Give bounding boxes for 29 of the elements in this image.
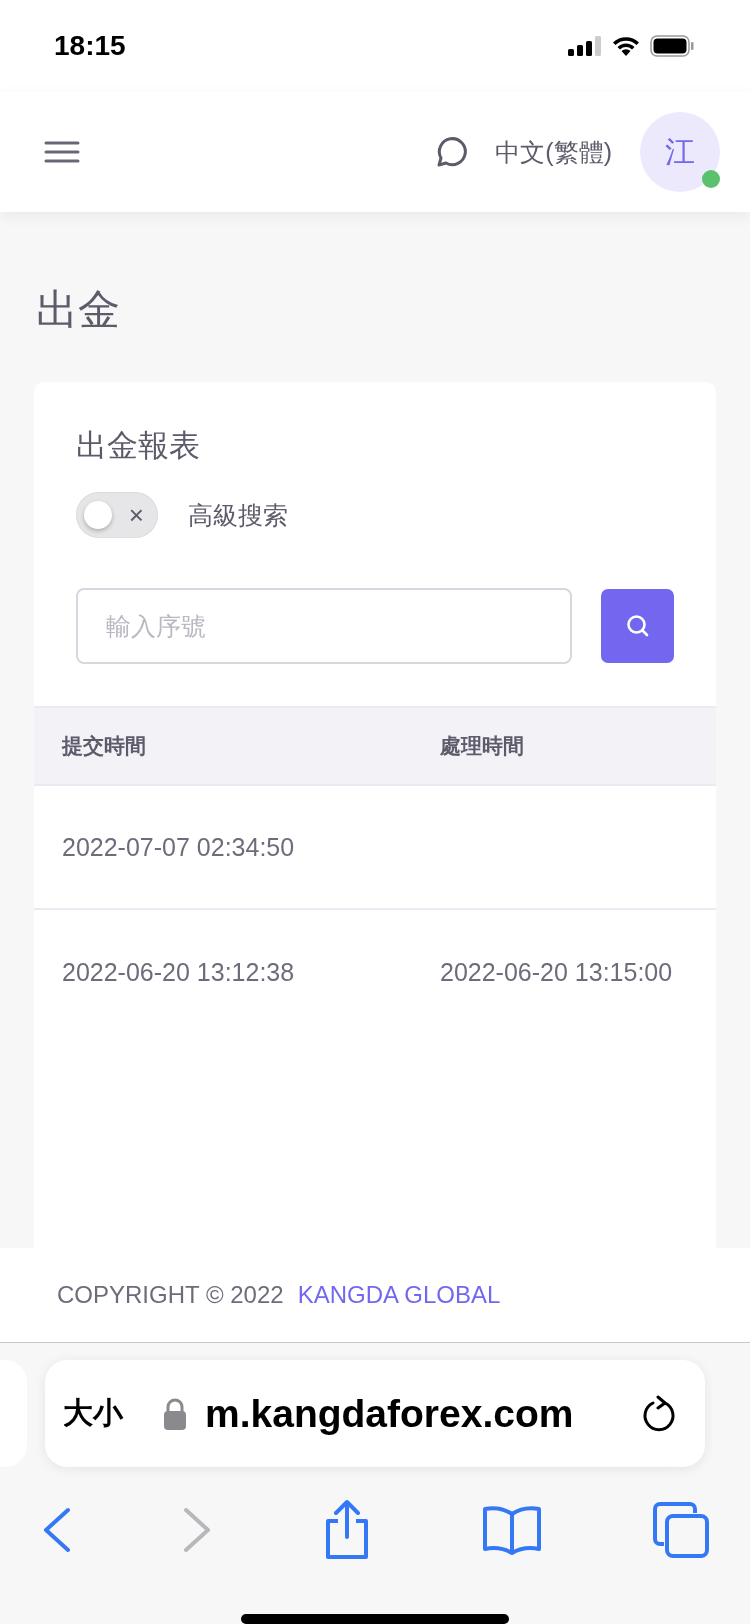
address-bar[interactable]: 大小 m.kangdaforex.com: [45, 1360, 705, 1467]
page-title: 出金: [36, 285, 121, 335]
card-title: 出金報表: [75, 427, 201, 465]
search-icon: [624, 613, 651, 639]
signal-icon: [568, 36, 602, 56]
text-size-button[interactable]: 大小: [63, 1393, 123, 1434]
column-header: 提交時間: [60, 733, 147, 759]
user-avatar[interactable]: 江: [640, 112, 720, 192]
table-cell-text: 2022-06-20 13:15:00: [440, 957, 674, 987]
advanced-search-label: 高級搜索: [188, 499, 288, 531]
url-text: m.kangdaforex.com: [205, 1391, 575, 1436]
table-cell-text: 2022-07-07 02:34:50: [61, 832, 296, 862]
advanced-search-toggle[interactable]: ×: [76, 492, 158, 538]
table-cell-text: 2022-06-20 13:12:38: [61, 957, 296, 987]
company-link[interactable]: KANGDA GLOBAL: [297, 1281, 501, 1309]
bookmarks-icon[interactable]: [482, 1503, 542, 1556]
lock-icon: [163, 1397, 187, 1430]
tabs-icon[interactable]: [652, 1500, 710, 1559]
search-button[interactable]: [601, 589, 674, 663]
reload-icon[interactable]: [641, 1394, 677, 1433]
back-icon[interactable]: [42, 1506, 72, 1553]
serial-number-field[interactable]: 輸入序號: [76, 588, 572, 664]
status-time: 18:15: [54, 30, 126, 62]
copyright-text: COPYRIGHT © 2022: [57, 1281, 284, 1309]
language-selector[interactable]: 中文(繁體): [495, 135, 612, 169]
menu-icon[interactable]: [44, 140, 80, 164]
wifi-icon: [612, 36, 640, 56]
battery-icon: [650, 35, 694, 57]
column-header: 處理時間: [440, 733, 525, 759]
